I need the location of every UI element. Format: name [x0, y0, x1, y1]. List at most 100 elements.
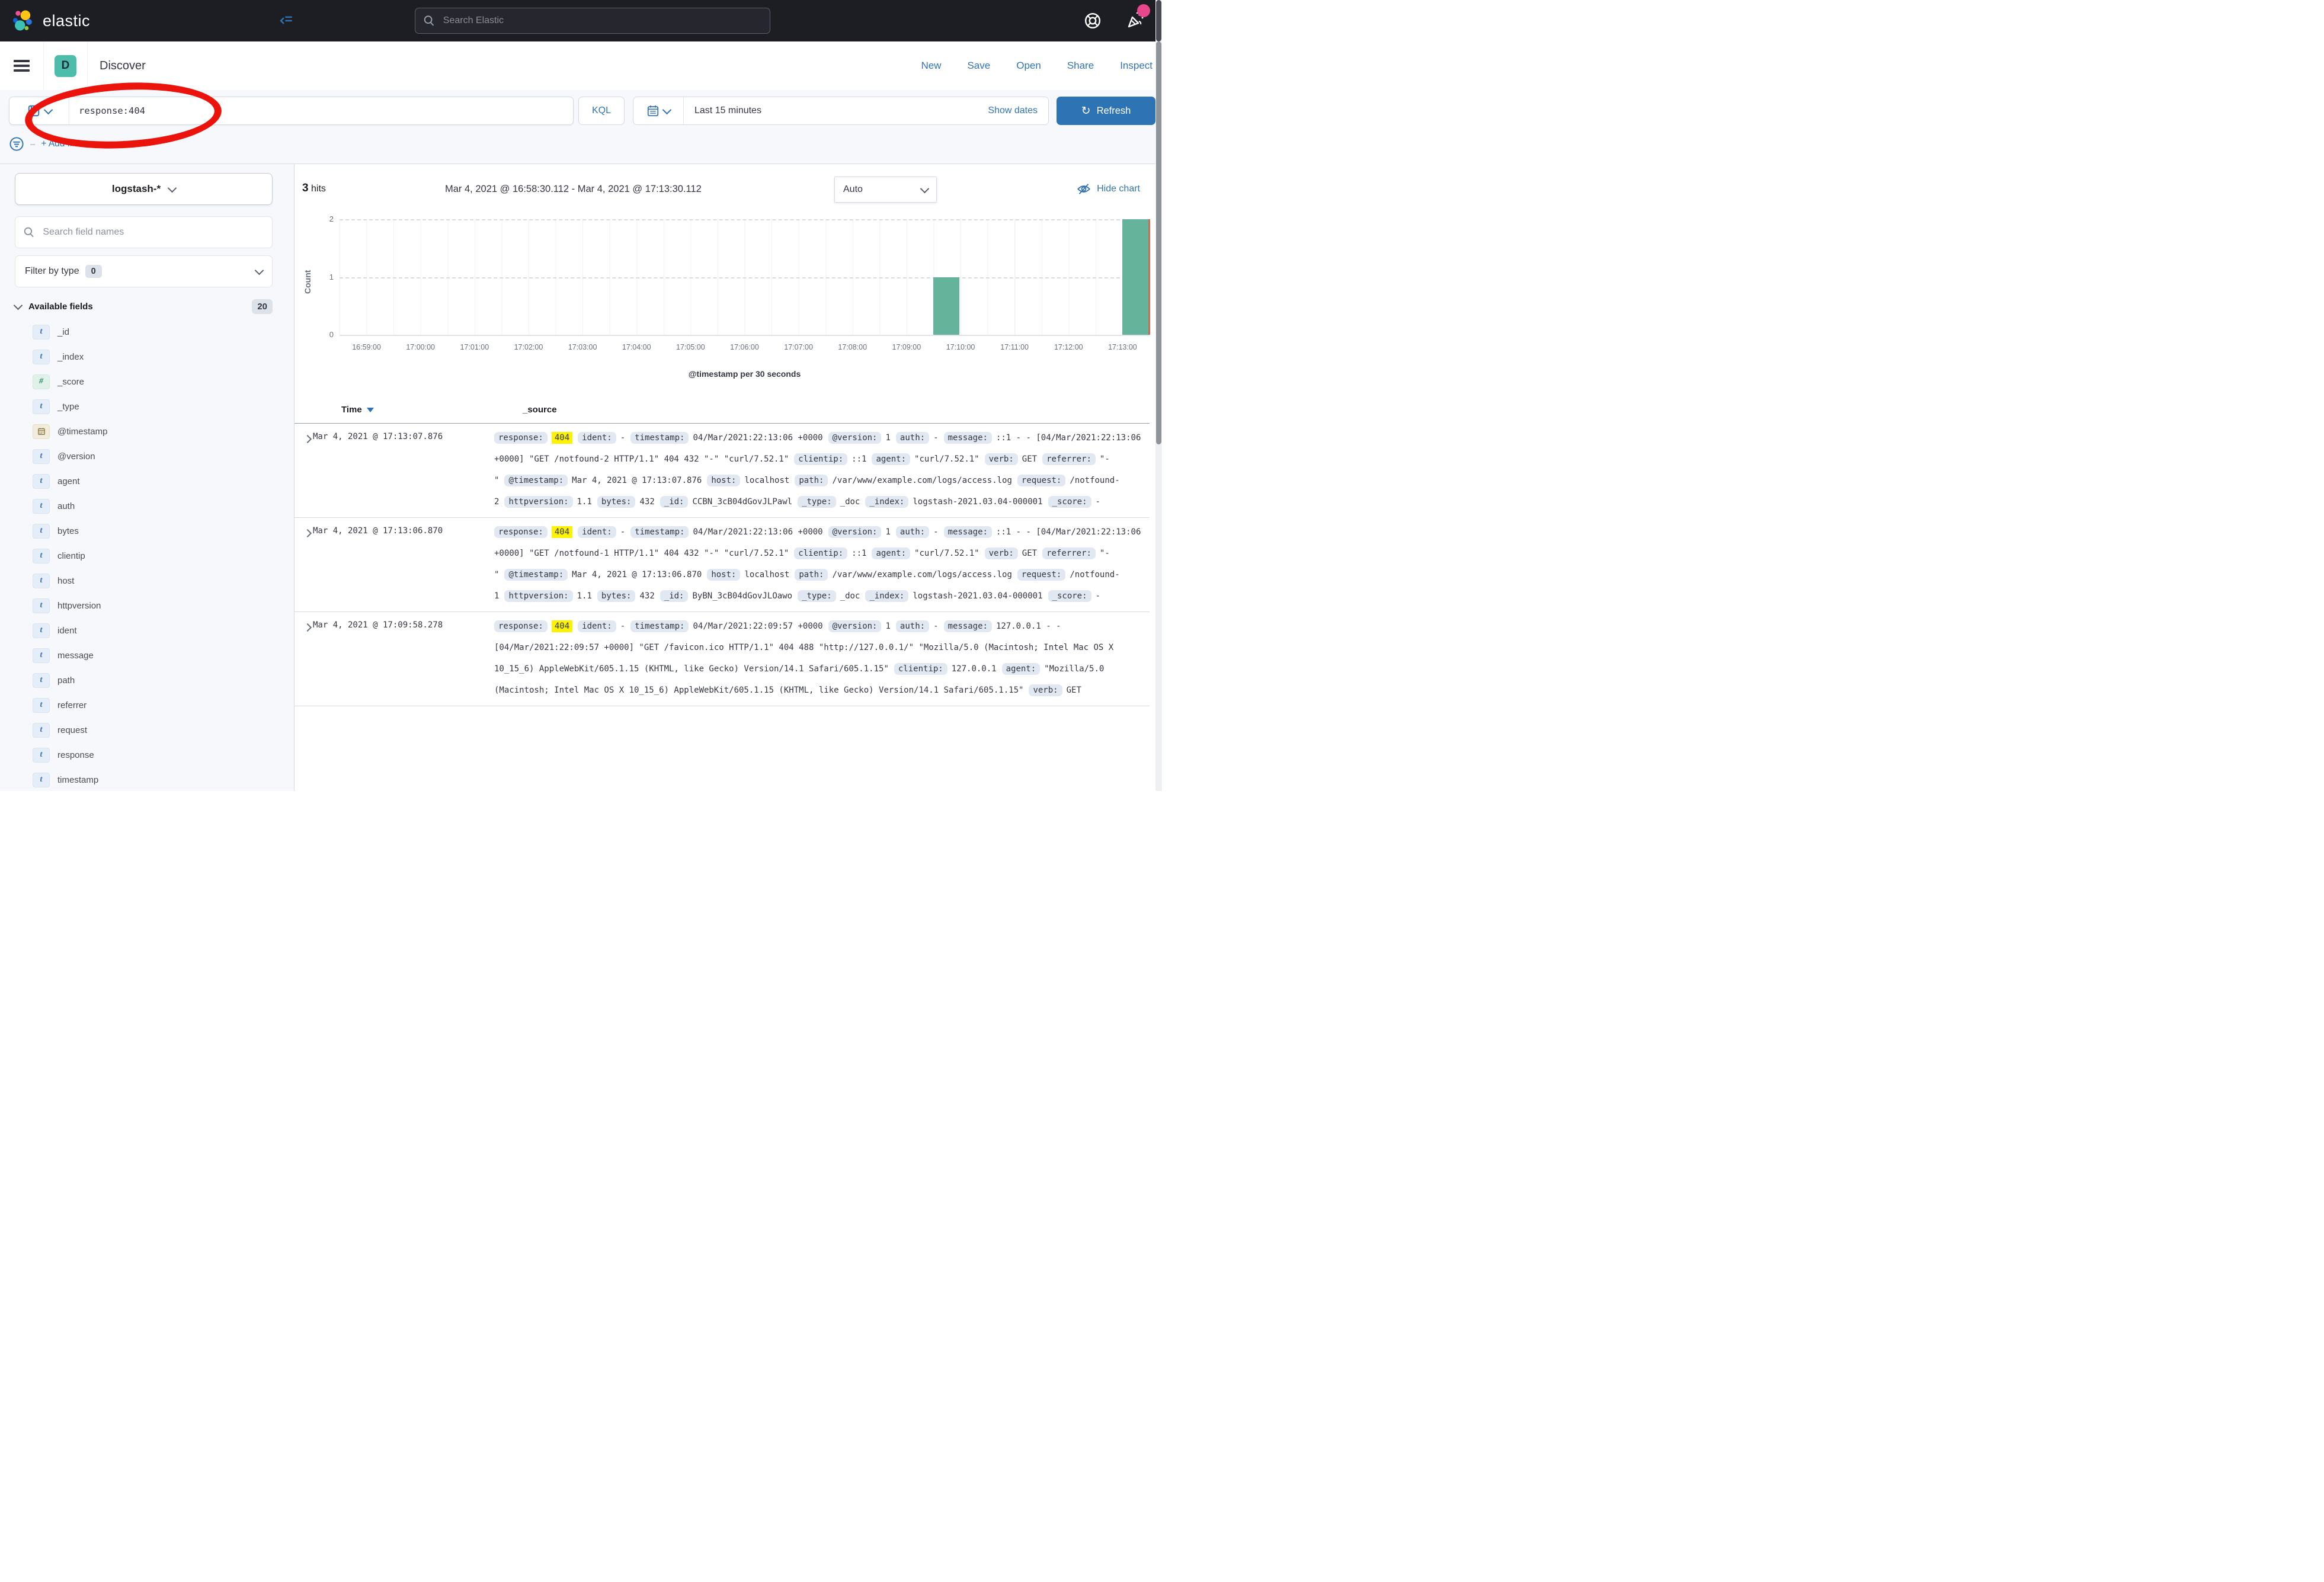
field-name: request [57, 725, 87, 735]
field-name: _type [57, 402, 79, 412]
refresh-button[interactable]: ↻ Refresh [1057, 97, 1155, 125]
query-language-button[interactable]: KQL [578, 97, 625, 125]
global-search-bar[interactable] [415, 8, 770, 34]
nav-link-save[interactable]: Save [967, 60, 990, 72]
filter-count-badge: 0 [85, 265, 102, 278]
collapse-sidebar-icon [279, 13, 294, 28]
expand-row-button[interactable] [294, 521, 313, 607]
index-pattern-select[interactable]: logstash-* [15, 173, 273, 205]
available-fields-header[interactable]: Available fields 20 [15, 299, 273, 314]
field-item-message[interactable]: tmessage [0, 643, 294, 668]
field-search-input[interactable] [41, 226, 264, 238]
field-key-pill: @timestamp: [504, 569, 568, 581]
time-range-value[interactable]: Last 15 minutes [694, 105, 761, 116]
row-time: Mar 4, 2021 @ 17:13:06.870 [313, 521, 494, 607]
field-value: GET [1022, 549, 1037, 558]
text-field-icon: t [33, 598, 50, 613]
field-item-_id[interactable]: t_id [0, 319, 294, 344]
field-item-path[interactable]: tpath [0, 668, 294, 693]
field-key-pill: verb: [1029, 684, 1062, 696]
histogram-bar[interactable] [933, 277, 959, 335]
scrollbar-thumb[interactable] [1156, 41, 1161, 444]
field-value: localhost [744, 476, 789, 485]
saved-query-menu-button[interactable] [9, 97, 69, 124]
global-search-input[interactable] [442, 15, 761, 27]
field-item-ident[interactable]: tident [0, 618, 294, 643]
x-axis-tick: 17:00:00 [394, 343, 447, 351]
x-axis-tick: 17:08:00 [826, 343, 879, 351]
field-item-host[interactable]: thost [0, 568, 294, 593]
text-field-icon: t [33, 524, 50, 539]
show-dates-link[interactable]: Show dates [988, 105, 1038, 116]
interval-value: Auto [843, 184, 863, 195]
expand-row-button[interactable] [294, 616, 313, 701]
field-name: @version [57, 451, 95, 462]
text-field-icon: t [33, 723, 50, 738]
field-name: path [57, 675, 75, 686]
collapse-sidebar-button[interactable] [279, 13, 294, 31]
page-scrollbar[interactable] [1155, 0, 1162, 791]
filter-circle-icon[interactable] [9, 136, 24, 152]
number-field-icon: # [33, 374, 50, 389]
fields-sidebar: logstash-* Filter by type 0 Available fi… [0, 164, 294, 791]
nav-link-inspect[interactable]: Inspect [1120, 60, 1153, 72]
field-item-httpversion[interactable]: thttpversion [0, 593, 294, 618]
query-text[interactable]: response:404 [69, 105, 145, 116]
nav-link-open[interactable]: Open [1016, 60, 1041, 72]
saved-query-icon [27, 104, 40, 117]
field-key-pill: @version: [828, 526, 882, 538]
y-axis-tick: 0 [316, 330, 334, 339]
field-name: auth [57, 501, 75, 511]
interval-select[interactable]: Auto [834, 177, 937, 203]
filter-by-type-dropdown[interactable]: Filter by type 0 [15, 255, 273, 287]
field-name: referrer [57, 700, 87, 710]
y-gridline [340, 277, 1150, 278]
field-item-request[interactable]: t request [0, 718, 294, 742]
discover-app-badge[interactable]: D [55, 55, 76, 77]
nav-link-new[interactable]: New [921, 60, 941, 72]
field-key-pill: ident: [578, 526, 616, 538]
nav-link-share[interactable]: Share [1067, 60, 1094, 72]
table-rows: Mar 4, 2021 @ 17:13:07.876response:404id… [294, 424, 1150, 706]
field-value: localhost [744, 570, 789, 579]
histogram-bar[interactable] [1122, 219, 1150, 335]
field-name: ident [57, 626, 77, 636]
field-item-_type[interactable]: t_type [0, 394, 294, 419]
field-item-timestamp[interactable]: ttimestamp [0, 767, 294, 791]
field-key-pill: _id: [660, 496, 689, 508]
filter-by-type-label: Filter by type [25, 266, 79, 277]
field-item-response[interactable]: tresponse [0, 742, 294, 767]
column-header-time[interactable]: Time [341, 405, 523, 415]
field-item-referrer[interactable]: treferrer [0, 693, 294, 718]
date-quick-select-button[interactable] [633, 97, 684, 124]
hide-chart-button[interactable]: Hide chart [1077, 182, 1140, 196]
y-gridline [340, 219, 1150, 220]
field-item-@version[interactable]: t@version [0, 444, 294, 469]
nav-action-links: New Save Open Share Inspect [921, 60, 1153, 72]
help-lifebuoy-icon[interactable] [1084, 12, 1102, 30]
add-filter-link[interactable]: + Add filter [41, 139, 85, 149]
row-time: Mar 4, 2021 @ 17:09:58.278 [313, 616, 494, 701]
field-item-_score[interactable]: #_score [0, 369, 294, 394]
field-item-agent[interactable]: tagent [0, 469, 294, 494]
field-item-clientip[interactable]: tclientip [0, 543, 294, 568]
y-axis-tick: 1 [316, 273, 334, 281]
field-item-auth[interactable]: tauth [0, 494, 294, 518]
field-key-pill: message: [944, 526, 992, 538]
field-value-highlighted: 404 [552, 526, 572, 538]
sort-desc-icon [367, 408, 374, 412]
field-name: bytes [57, 526, 79, 536]
menu-hamburger-button[interactable] [0, 41, 44, 90]
expand-row-button[interactable] [294, 427, 313, 513]
query-input[interactable]: response:404 [9, 97, 574, 125]
elastic-logo[interactable]: elastic [11, 8, 90, 33]
field-item-_index[interactable]: t_index [0, 344, 294, 369]
field-item-@timestamp[interactable]: @timestamp [0, 419, 294, 444]
chevron-down-icon [920, 184, 930, 193]
available-fields-label: Available fields [28, 302, 93, 312]
field-value: /var/www/example.com/logs/access.log [832, 476, 1011, 485]
field-item-bytes[interactable]: tbytes [0, 518, 294, 543]
chevron-right-icon [303, 623, 312, 632]
field-search-box[interactable] [15, 216, 273, 248]
field-list: t_idt_index#_scoret_type@timestampt@vers… [0, 319, 294, 791]
